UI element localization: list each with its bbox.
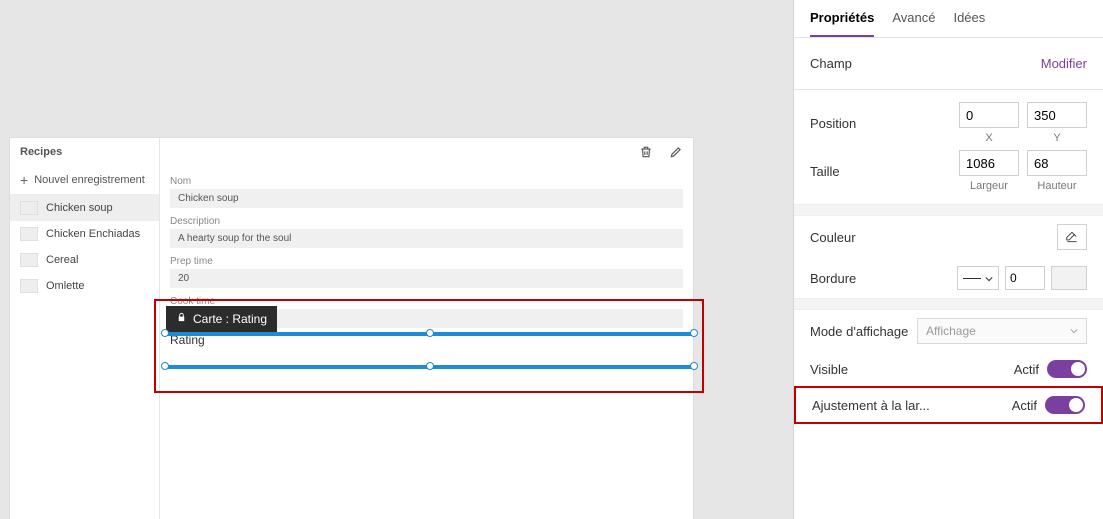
field-value: 20 [170,269,683,288]
border-row: Bordure [794,258,1103,298]
panel-tabs: Propriétés Avancé Idées [794,0,1103,38]
width-input[interactable] [959,150,1019,176]
separator [794,204,1103,216]
border-color-swatch[interactable] [1051,266,1087,290]
field-label: Nom [170,176,683,187]
modify-link[interactable]: Modifier [1041,56,1087,71]
field-label: Prep time [170,256,683,267]
display-mode-value: Affichage [926,324,976,338]
size-row: Taille Largeur Hauteur [794,146,1103,204]
visible-toggle[interactable] [1047,360,1087,378]
visible-state-text: Actif [1014,362,1039,377]
display-mode-row: Mode d'affichage Affichage [794,310,1103,352]
lock-icon [176,312,187,326]
tooltip-text: Carte : Rating [193,312,267,326]
gallery-title: Recipes [10,138,159,166]
plus-icon: + [20,172,28,188]
thumbnail [20,279,38,293]
position-y-sub: Y [1053,132,1060,144]
field-value: A hearty soup for the soul [170,229,683,248]
snap-width-row: Ajustement à la lar... Actif [796,388,1101,422]
field-row: Champ Modifier [794,38,1103,90]
rating-card-value [170,347,683,361]
separator [794,298,1103,310]
position-row: Position X Y [794,90,1103,146]
snap-width-toggle[interactable] [1045,396,1085,414]
visible-row: Visible Actif [794,352,1103,386]
form-header [160,138,693,168]
gallery-item-label: Cereal [46,254,78,266]
thumbnail [20,201,38,215]
field-label: Champ [810,56,852,71]
display-mode-label: Mode d'affichage [810,324,908,339]
snap-width-highlight: Ajustement à la lar... Actif [794,386,1103,424]
border-label: Bordure [810,271,856,286]
field-value: Chicken soup [170,189,683,208]
border-style-select[interactable] [957,266,999,290]
tab-ideas[interactable]: Idées [953,10,985,37]
app-preview-canvas: Recipes + Nouvel enregistrement Chicken … [10,138,693,519]
visible-label: Visible [810,362,848,377]
gallery-item[interactable]: Chicken Enchiadas [10,221,159,247]
selection-edge-bottom[interactable] [164,365,693,369]
height-input[interactable] [1027,150,1087,176]
gallery-item-label: Omlette [46,280,85,292]
properties-panel: Propriétés Avancé Idées Champ Modifier P… [793,0,1103,519]
delete-icon[interactable] [639,145,653,162]
gallery-item-label: Chicken Enchiadas [46,228,140,240]
snap-width-label: Ajustement à la lar... [812,398,930,413]
gallery-sidebar: Recipes + Nouvel enregistrement Chicken … [10,138,160,519]
edit-icon[interactable] [669,145,683,162]
color-label: Couleur [810,230,856,245]
position-y-input[interactable] [1027,102,1087,128]
display-mode-select: Affichage [917,318,1087,344]
gallery-item-label: Chicken soup [46,202,113,214]
new-record-button[interactable]: + Nouvel enregistrement [10,166,159,195]
new-record-label: Nouvel enregistrement [34,174,145,186]
selection-tooltip: Carte : Rating [166,306,277,332]
tab-advanced[interactable]: Avancé [892,10,935,37]
size-label: Taille [810,164,840,179]
position-x-sub: X [985,132,992,144]
width-sub: Largeur [970,180,1008,192]
tab-properties[interactable]: Propriétés [810,10,874,37]
thumbnail [20,253,38,267]
field-label: Description [170,216,683,227]
chevron-down-icon [1070,324,1078,338]
gallery-item[interactable]: Chicken soup [10,195,159,221]
thumbnail [20,227,38,241]
height-sub: Hauteur [1037,180,1076,192]
snap-width-state-text: Actif [1012,398,1037,413]
border-width-input[interactable] [1005,266,1045,290]
position-x-input[interactable] [959,102,1019,128]
chevron-down-icon [985,271,993,286]
color-picker-button[interactable] [1057,224,1087,250]
gallery-item[interactable]: Omlette [10,273,159,299]
color-row: Couleur [794,216,1103,258]
gallery-item[interactable]: Cereal [10,247,159,273]
selection-edge-top[interactable] [164,332,693,336]
position-label: Position [810,116,856,131]
